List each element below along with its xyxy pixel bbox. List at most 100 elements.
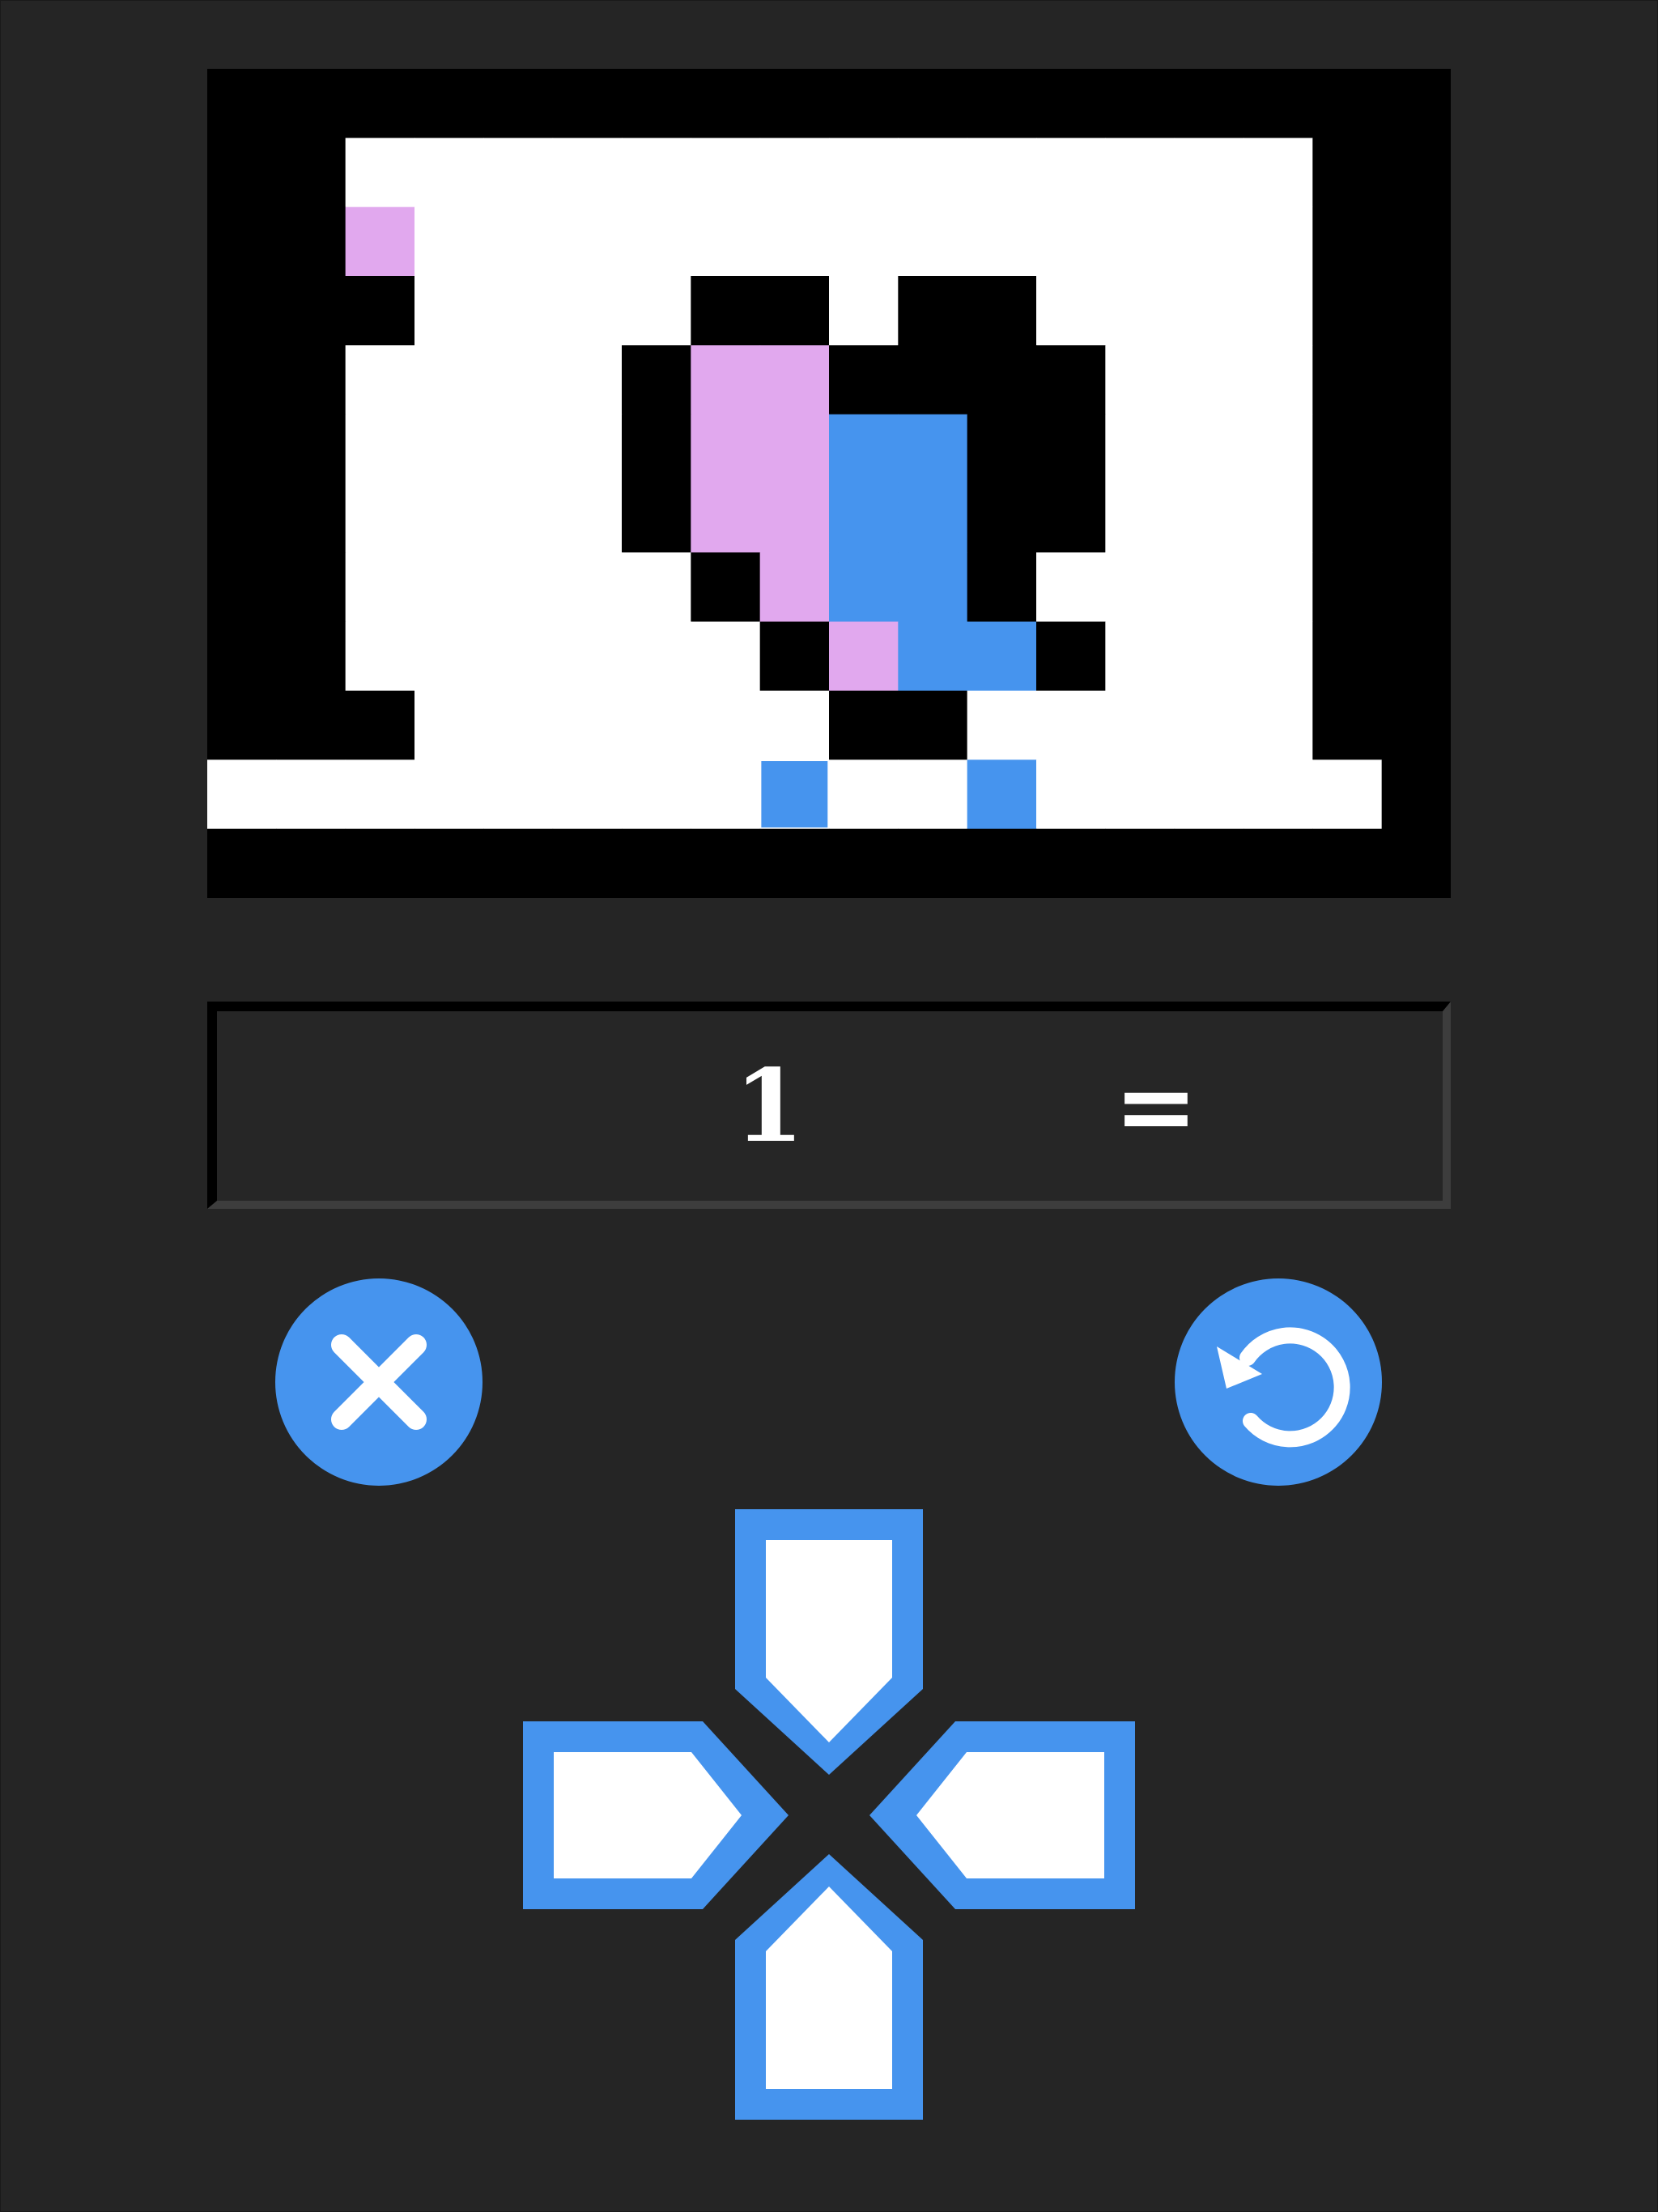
grid-cell-empty: [483, 138, 554, 208]
grid-cell-empty: [276, 759, 346, 830]
grid-cell-wall: [1312, 414, 1383, 484]
grid-cell-empty: [414, 621, 484, 691]
grid-cell-empty: [1105, 414, 1175, 484]
grid-cell-blue: [829, 483, 899, 553]
grid-cell-blue: [898, 552, 968, 623]
grid-cell-pink: [759, 345, 830, 415]
grid-cell-empty: [691, 138, 761, 208]
grid-cell-wall: [552, 828, 623, 898]
dpad-right-button[interactable]: [869, 1721, 1135, 1909]
grid-cell-wall: [207, 138, 277, 208]
grid-cell-empty: [414, 483, 484, 553]
grid-cell-wall: [207, 691, 277, 760]
grid-cell-empty: [691, 691, 761, 760]
grid-cell-empty: [622, 206, 691, 277]
grid-cell-empty: [1244, 345, 1313, 415]
grid-cell-pink: [691, 483, 761, 553]
grid-cell-wall: [1312, 691, 1383, 760]
grid-cell-wall: [1174, 828, 1244, 898]
grid-cell-wall: [1244, 828, 1313, 898]
grid-cell-empty: [345, 621, 415, 691]
grid-cell-wall: [967, 69, 1037, 138]
grid-cell-empty: [1036, 552, 1106, 623]
grid-cell-empty: [483, 621, 554, 691]
grid-cell-blue: [898, 414, 968, 484]
grid-cell-empty: [1105, 552, 1175, 623]
grid-cell-empty: [1036, 138, 1106, 208]
grid-cell-empty: [483, 345, 554, 415]
grid-cell-empty: [1105, 759, 1175, 830]
close-button[interactable]: [275, 1278, 483, 1486]
grid-cell-wall: [898, 691, 968, 760]
grid-cell-wall: [1036, 621, 1106, 691]
grid-cell-empty: [1105, 345, 1175, 415]
grid-cell-empty: [967, 138, 1037, 208]
grid-cell-empty: [759, 138, 830, 208]
arrow-right-icon: [869, 1721, 1135, 1909]
grid-cell-empty: [552, 276, 623, 346]
grid-cell-empty: [622, 759, 691, 830]
grid-cell-empty: [483, 276, 554, 346]
grid-cell-empty: [1174, 276, 1244, 346]
grid-cell-empty: [345, 138, 415, 208]
grid-cell-empty: [483, 483, 554, 553]
grid-cell-wall: [622, 828, 691, 898]
grid-cell-wall: [622, 483, 691, 553]
grid-cell-wall: [1381, 206, 1451, 277]
grid-cell-wall: [1036, 828, 1106, 898]
grid-cell-empty: [552, 138, 623, 208]
grid-cell-pink: [691, 345, 761, 415]
grid-cell-wall: [207, 276, 277, 346]
grid-cell-wall: [967, 276, 1037, 346]
grid-cell-wall: [759, 621, 830, 691]
grid-cell-empty: [622, 621, 691, 691]
grid-cell-empty: [1036, 759, 1106, 830]
dpad-left-button[interactable]: [523, 1721, 789, 1909]
grid-cell-empty: [1244, 621, 1313, 691]
grid-cell-empty: [1174, 759, 1244, 830]
grid-cell-wall: [1312, 345, 1383, 415]
grid-cell-wall: [691, 552, 761, 623]
grid-cell-wall: [345, 828, 415, 898]
grid-cell-wall: [207, 552, 277, 623]
grid-cell-empty: [345, 483, 415, 553]
grid-cell-wall: [967, 345, 1037, 415]
grid-cell-wall: [1105, 828, 1175, 898]
grid-cell-blue: [967, 621, 1037, 691]
grid-cell-empty: [1036, 691, 1106, 760]
grid-cell-wall: [276, 138, 346, 208]
grid-cell-empty: [1105, 691, 1175, 760]
grid-cell-wall: [1381, 414, 1451, 484]
grid-cell-wall: [552, 69, 623, 138]
grid-cell-empty: [414, 206, 484, 277]
grid-cell-wall: [276, 345, 346, 415]
grid-cell-empty: [622, 552, 691, 623]
grid-cell-empty: [552, 691, 623, 760]
grid-cell-empty: [1105, 138, 1175, 208]
grid-cell-wall: [691, 276, 761, 346]
grid-cell-wall: [1036, 345, 1106, 415]
grid-cell-empty: [1174, 552, 1244, 623]
restart-button[interactable]: [1175, 1278, 1382, 1486]
grid-cell-empty: [1174, 691, 1244, 760]
grid-cell-wall: [1174, 69, 1244, 138]
grid-cell-empty: [1312, 759, 1383, 830]
game-grid: [207, 69, 1451, 898]
grid-cell-empty: [414, 691, 484, 760]
grid-cell-empty: [483, 206, 554, 277]
grid-cell-wall: [898, 828, 968, 898]
grid-cell-wall: [1312, 552, 1383, 623]
grid-cell-empty: [1036, 206, 1106, 277]
grid-cell-empty: [898, 138, 968, 208]
grid-cell-empty: [1244, 691, 1313, 760]
grid-cell-empty: [829, 138, 899, 208]
grid-cell-wall: [207, 483, 277, 553]
grid-cell-wall: [1381, 759, 1451, 830]
grid-cell-empty: [1105, 276, 1175, 346]
restart-icon: [1217, 1327, 1350, 1448]
grid-cell-empty: [1105, 483, 1175, 553]
grid-cell-blue: [898, 483, 968, 553]
grid-cell-wall: [759, 276, 830, 346]
grid-cell-empty: [1244, 483, 1313, 553]
grid-cell-wall: [967, 483, 1037, 553]
